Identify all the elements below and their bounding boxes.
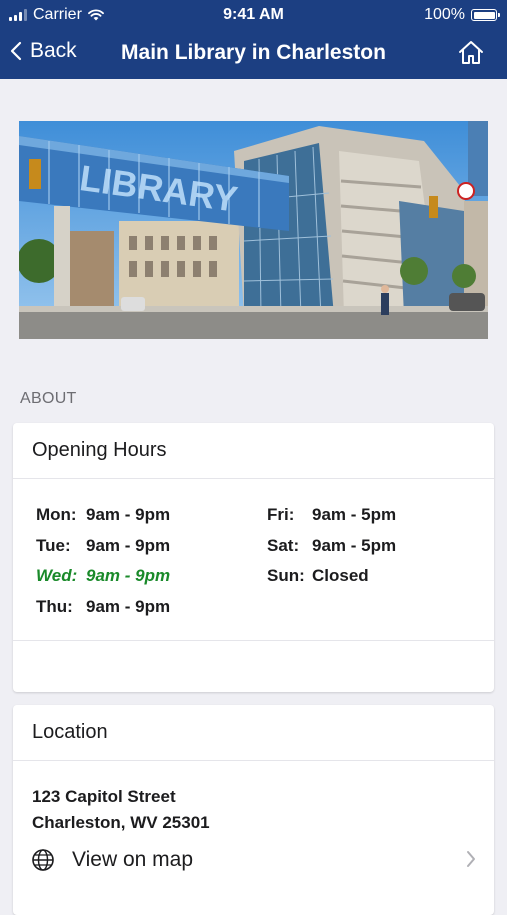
hours-row-sat: Sat: 9am - 5pm — [267, 536, 397, 555]
hours-row-tue: Tue: 9am - 9pm — [36, 536, 171, 555]
home-icon[interactable] — [457, 39, 485, 67]
status-bar: Carrier 9:41 AM 100% — [0, 0, 507, 30]
top-bar: Carrier 9:41 AM 100% Back Main Library i… — [0, 0, 507, 79]
location-card: Location 123 Capitol Street Charleston, … — [13, 705, 494, 915]
chevron-right-icon — [467, 851, 475, 867]
view-on-map-label: View on map — [72, 848, 194, 871]
battery-icon — [471, 9, 500, 21]
hours-row-fri: Fri: 9am - 5pm — [267, 505, 397, 524]
location-title: Location — [13, 705, 494, 761]
hours-row-wed-today: Wed: 9am - 9pm — [36, 566, 171, 585]
library-photo: LIBRARY — [19, 121, 488, 339]
view-on-map-row[interactable]: View on map — [13, 835, 494, 885]
hours-grid: Mon: 9am - 9pm Tue: 9am - 9pm Wed: 9am -… — [13, 479, 494, 641]
hours-row-thu: Thu: 9am - 9pm — [36, 597, 171, 616]
hours-row-sun: Sun: Closed — [267, 566, 369, 585]
address-line-2: Charleston, WV 25301 — [32, 813, 210, 832]
about-section-label: ABOUT — [20, 390, 77, 407]
nav-bar: Back Main Library in Charleston — [0, 30, 507, 79]
hours-row-mon: Mon: 9am - 9pm — [36, 505, 171, 524]
opening-hours-card: Opening Hours Mon: 9am - 9pm Tue: 9am - … — [13, 423, 494, 692]
address-line-1: 123 Capitol Street — [32, 787, 176, 806]
battery-percent: 100% — [424, 6, 465, 23]
opening-hours-title: Opening Hours — [13, 423, 494, 479]
globe-icon — [32, 849, 54, 871]
page-title: Main Library in Charleston — [121, 41, 386, 64]
